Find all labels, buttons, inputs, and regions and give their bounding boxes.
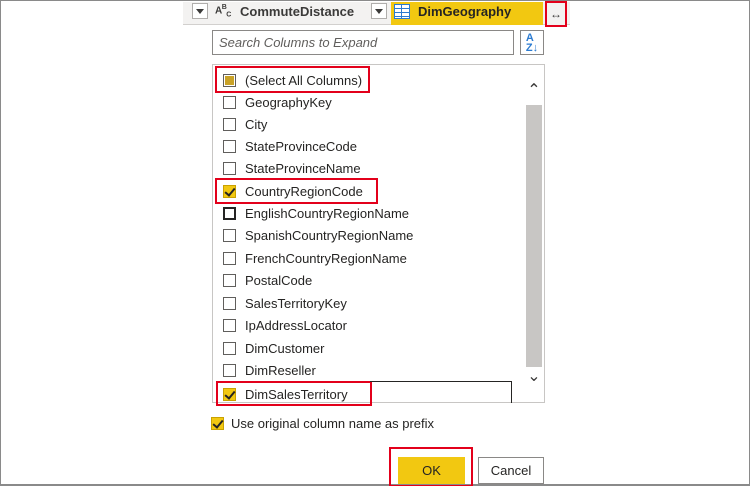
list-item[interactable]: IpAddressLocator [223, 315, 347, 335]
list-item[interactable]: StateProvinceName [223, 158, 361, 178]
selection-outline [370, 381, 512, 382]
list-item-label: PostalCode [245, 272, 313, 288]
list-item[interactable]: City [223, 114, 267, 134]
ok-button[interactable]: OK [398, 457, 465, 484]
checkbox[interactable] [223, 206, 236, 220]
prefix-checkbox[interactable] [211, 417, 224, 430]
sort-az-icon: A Z↓ [525, 31, 539, 54]
checkbox[interactable] [223, 139, 236, 153]
checkbox[interactable] [223, 95, 236, 109]
checkbox[interactable] [223, 273, 236, 287]
expand-column-button[interactable]: ↔ [545, 1, 567, 27]
list-item-label: GeographyKey [245, 94, 332, 110]
list-item[interactable]: GeographyKey [223, 92, 332, 112]
list-item-label: DimCustomer [245, 340, 325, 356]
list-item[interactable]: EnglishCountryRegionName [223, 203, 409, 223]
list-item[interactable]: DimReseller [223, 360, 316, 380]
list-item-label: SpanishCountryRegionName [245, 227, 414, 243]
checkbox[interactable] [223, 161, 236, 175]
highlight-box [216, 381, 372, 406]
highlight-box [215, 66, 370, 93]
list-item[interactable]: DimCustomer [223, 338, 324, 358]
sort-button[interactable]: A Z↓ [520, 30, 544, 55]
list-item-label: DimReseller [245, 362, 316, 378]
list-item-label: City [245, 116, 268, 132]
column-dropdown-icon[interactable] [371, 3, 387, 19]
checkbox[interactable] [223, 318, 236, 332]
highlight-box [215, 178, 378, 204]
list-item-label: EnglishCountryRegionName [245, 205, 410, 221]
column-header-dim-geography[interactable]: DimGeography [418, 4, 511, 19]
selection-outline [511, 381, 512, 403]
checkbox[interactable] [223, 341, 236, 355]
column-header-commute-distance[interactable]: CommuteDistance [240, 4, 354, 19]
list-item[interactable]: PostalCode [223, 270, 312, 290]
list-item[interactable]: StateProvinceCode [223, 136, 357, 156]
cancel-button[interactable]: Cancel [478, 457, 544, 484]
list-item[interactable]: FrenchCountryRegionName [223, 248, 407, 268]
list-item[interactable]: SpanishCountryRegionName [223, 225, 413, 245]
prefix-option[interactable]: Use original column name as prefix [211, 416, 434, 431]
checkbox[interactable] [223, 251, 236, 265]
search-columns-input[interactable]: Search Columns to Expand [212, 30, 514, 55]
list-item-label: StateProvinceCode [245, 138, 358, 154]
column-list: (Select All Columns) GeographyKey City S… [212, 64, 545, 403]
checkbox[interactable] [223, 296, 236, 310]
checkbox[interactable] [223, 117, 236, 131]
list-item-label: StateProvinceName [245, 160, 361, 176]
prefix-label: Use original column name as prefix [231, 416, 435, 431]
scroll-down-icon[interactable]: ⌄ [526, 369, 542, 385]
checkbox[interactable] [223, 228, 236, 242]
expand-arrows-icon: ↔ [550, 7, 562, 21]
column-dropdown-icon[interactable] [192, 3, 208, 19]
scroll-up-icon[interactable]: ⌃ [526, 83, 542, 99]
checkbox[interactable] [223, 363, 236, 377]
scrollbar-thumb[interactable] [526, 105, 542, 367]
list-item[interactable]: SalesTerritoryKey [223, 293, 347, 313]
abc-text-type-icon: ABC [215, 4, 231, 19]
list-item-label: SalesTerritoryKey [245, 295, 347, 311]
table-icon [394, 4, 410, 19]
list-item-label: IpAddressLocator [245, 317, 347, 333]
list-item-label: FrenchCountryRegionName [245, 250, 407, 266]
